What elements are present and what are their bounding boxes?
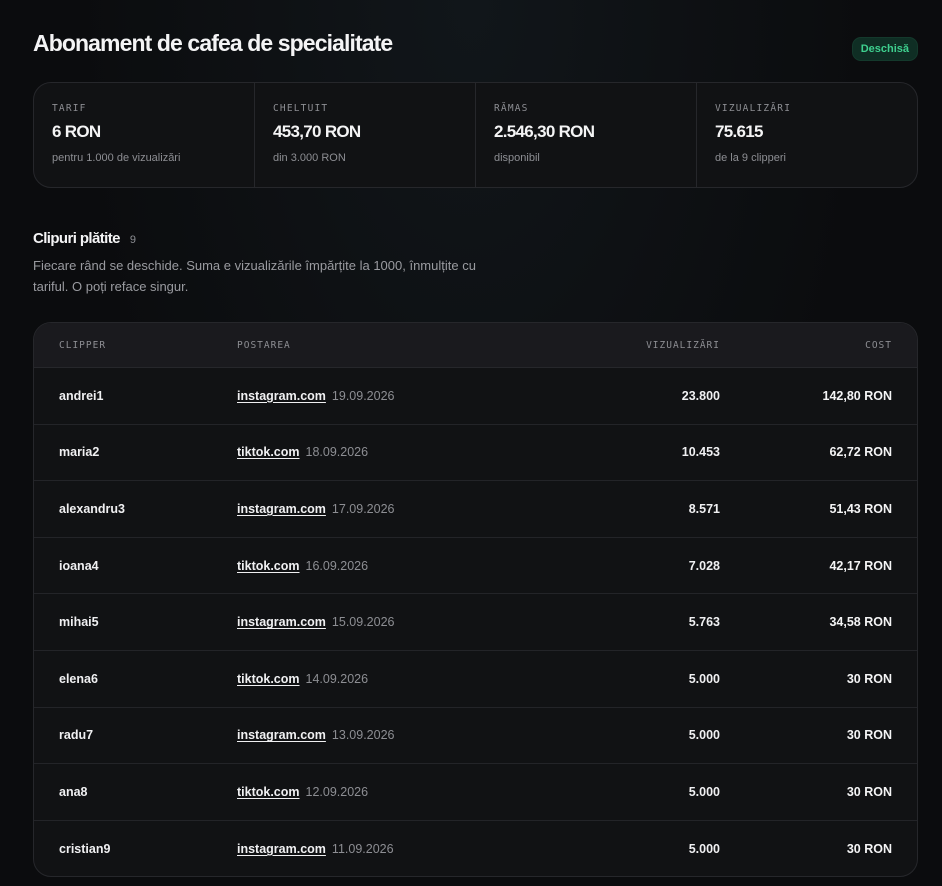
section-heading: Clipuri plătite 9 [33,230,503,247]
row-views: 5.000 [688,784,720,799]
row-post: instagram.com 11.09.2026 [237,842,567,856]
post-link[interactable]: tiktok.com [237,445,300,459]
stat-ramas: RĂMAS 2.546,30 RON disponibil [476,83,697,187]
row-cost: 34,58 RON [829,615,892,630]
page-title: Abonament de cafea de specialitate [33,30,393,56]
table-row[interactable]: maria2 tiktok.com 18.09.2026 10.453 62,72 RO… [34,425,917,482]
row-clipper: alexandru3 [59,501,126,516]
header-cost: COST [865,339,892,351]
row-cost: 30 RON [846,784,892,799]
stat-label: VIZUALIZĂRI [715,103,792,114]
row-post: tiktok.com 18.09.2026 [237,445,567,459]
row-cost: 30 RON [846,728,892,743]
post-date: 19.09.2026 [331,388,395,403]
table-row[interactable]: andrei1 instagram.com 19.09.2026 23.800 142,… [34,368,917,425]
stat-sub: din 3.000 RON [273,152,346,164]
post-link[interactable]: instagram.com [237,389,326,403]
stat-vizualizari: VIZUALIZĂRI 75.615 de la 9 clipperi [697,83,917,187]
row-post: instagram.com 13.09.2026 [237,728,567,742]
row-views: 23.800 [681,388,720,403]
table-row[interactable]: elena6 tiktok.com 14.09.2026 5.000 30 RON [34,651,917,708]
stat-sub: pentru 1.000 de vizualizări [52,152,181,164]
row-post: instagram.com 19.09.2026 [237,389,567,403]
row-clipper: ana8 [59,784,88,799]
post-date: 11.09.2026 [331,842,394,857]
table-row[interactable]: ioana4 tiktok.com 16.09.2026 7.028 42,17 RON [34,538,917,595]
row-post: tiktok.com 12.09.2026 [237,785,567,799]
row-clipper: mihai5 [59,615,99,630]
row-views: 8.571 [688,501,720,516]
row-post: instagram.com 15.09.2026 [237,615,567,629]
post-link[interactable]: tiktok.com [237,559,300,573]
stat-value: 75.615 [715,122,763,141]
post-link[interactable]: instagram.com [237,502,326,516]
row-cost: 30 RON [846,842,892,857]
stat-cheltuit: CHELTUIT 453,70 RON din 3.000 RON [255,83,476,187]
row-cost: 30 RON [846,671,892,686]
stat-label: CHELTUIT [273,103,329,114]
row-clipper: andrei1 [59,388,104,403]
row-cost: 51,43 RON [829,501,892,516]
stat-tarif: TARIF 6 RON pentru 1.000 de vizualizări [34,83,255,187]
post-link[interactable]: instagram.com [237,615,326,629]
row-cost: 42,17 RON [829,558,892,573]
post-date: 18.09.2026 [305,445,369,460]
post-date: 12.09.2026 [305,784,369,799]
page-header: Abonament de cafea de specialitate Desch… [33,30,918,70]
post-date: 13.09.2026 [331,728,395,743]
stat-label: RĂMAS [494,103,529,114]
stat-value: 453,70 RON [273,122,361,141]
post-link[interactable]: instagram.com [237,842,326,856]
table-header: CLIPPER POSTAREA VIZUALIZĂRI COST [34,323,917,368]
stats-panel: TARIF 6 RON pentru 1.000 de vizualizări … [33,82,918,188]
row-post: tiktok.com 16.09.2026 [237,559,567,573]
stat-label: TARIF [52,103,87,114]
header-post: POSTAREA [237,339,291,351]
stat-sub: disponibil [494,152,540,164]
row-clipper: cristian9 [59,842,111,857]
post-date: 14.09.2026 [305,671,369,686]
section-description: Fiecare rând se deschide. Suma e vizuali… [33,258,476,294]
row-views: 5.000 [688,728,720,743]
row-views: 10.453 [681,445,720,460]
section-title: Clipuri plătite [33,230,120,247]
row-clipper: radu7 [59,728,94,743]
stat-value: 6 RON [52,122,101,141]
row-clipper: ioana4 [59,558,99,573]
row-views: 5.000 [688,671,720,686]
header-clipper: CLIPPER [59,339,107,351]
post-date: 15.09.2026 [331,615,395,630]
stat-value: 2.546,30 RON [494,122,595,141]
row-post: instagram.com 17.09.2026 [237,502,567,516]
stat-sub: de la 9 clipperi [715,152,786,164]
status-badge: Deschisă [851,37,918,61]
header-views: VIZUALIZĂRI [646,339,720,351]
row-post: tiktok.com 14.09.2026 [237,672,567,686]
post-link[interactable]: tiktok.com [237,672,300,686]
row-views: 5.763 [688,615,720,630]
row-clipper: elena6 [59,671,98,686]
table-row[interactable]: mihai5 instagram.com 15.09.2026 5.763 34,58 … [34,594,917,651]
section-count: 9 [129,234,136,246]
row-clipper: maria2 [59,445,100,460]
post-date: 16.09.2026 [305,558,369,573]
paid-clips-section: Clipuri plătite 9 Fiecare rând se deschi… [33,230,503,297]
row-views: 5.000 [688,842,720,857]
table-row[interactable]: cristian9 instagram.com 11.09.2026 5.000 30 … [34,821,917,876]
table-body: andrei1 instagram.com 19.09.2026 23.800 142,… [34,368,917,876]
table-row[interactable]: radu7 instagram.com 13.09.2026 5.000 30 RON [34,708,917,765]
table-row[interactable]: ana8 tiktok.com 12.09.2026 5.000 30 RON [34,764,917,821]
post-date: 17.09.2026 [331,501,395,516]
clips-table: CLIPPER POSTAREA VIZUALIZĂRI COST andrei… [33,322,918,877]
row-views: 7.028 [688,558,720,573]
table-row[interactable]: alexandru3 instagram.com 17.09.2026 8.571 51… [34,481,917,538]
row-cost: 62,72 RON [829,445,892,460]
row-cost: 142,80 RON [822,388,892,403]
post-link[interactable]: tiktok.com [237,785,300,799]
post-link[interactable]: instagram.com [237,728,326,742]
